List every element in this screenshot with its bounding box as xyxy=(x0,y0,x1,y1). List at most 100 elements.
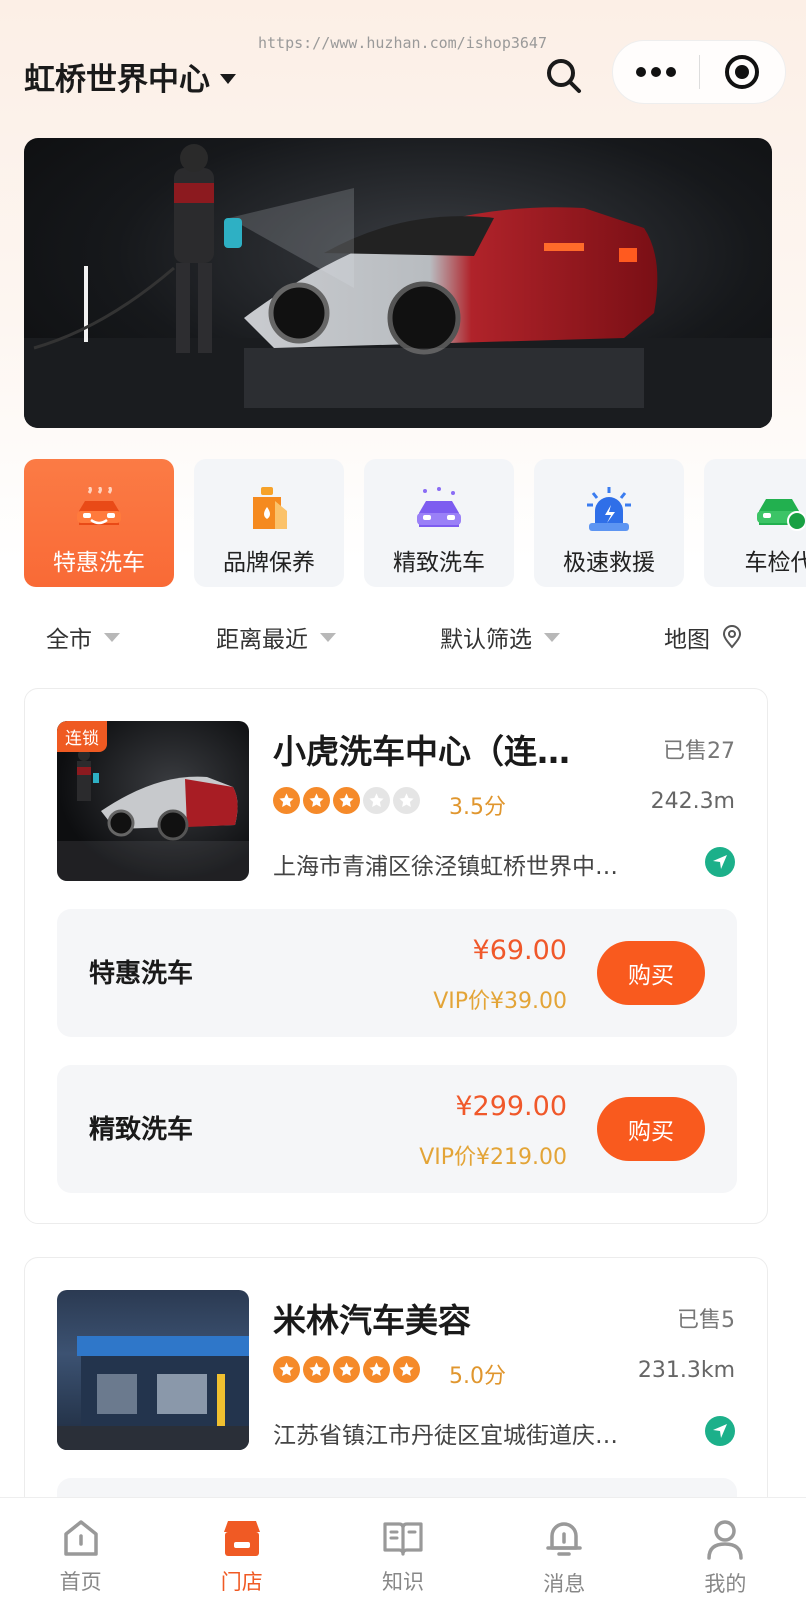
filter-bar: 全市 距离最近 默认筛选 地图 xyxy=(0,620,806,660)
rating-score: 5.0分 xyxy=(449,1364,506,1389)
siren-icon xyxy=(587,487,631,531)
storefront-photo-thumb xyxy=(57,1336,249,1450)
store-name: 小虎洗车中心（连… xyxy=(273,732,570,771)
service-item: 特惠洗车 ¥69.00 VIP价¥39.00 购买 xyxy=(57,909,737,1037)
service-item: 精致洗车 ¥299.00 VIP价¥219.00 购买 xyxy=(57,1065,737,1193)
tab-messages[interactable]: 消息 xyxy=(484,1498,645,1615)
filter-distance-label: 距离最近 xyxy=(216,627,308,653)
dropdown-arrow-icon xyxy=(104,632,120,642)
category-item[interactable]: 车检代 xyxy=(704,459,806,587)
sold-count: 已售5 xyxy=(677,1308,735,1333)
sold-count: 已售27 xyxy=(663,739,735,764)
location-label: 虹桥世界中心 xyxy=(24,62,210,98)
category-label: 特惠洗车 xyxy=(53,550,145,576)
store-address: 上海市青浦区徐泾镇虹桥世界中… xyxy=(273,854,618,880)
star-filled-icon xyxy=(303,1356,330,1383)
star-empty-icon xyxy=(363,787,390,814)
store-icon xyxy=(223,1521,260,1556)
star-filled-icon xyxy=(393,1356,420,1383)
star-empty-icon xyxy=(393,787,420,814)
chain-badge: 连锁 xyxy=(57,721,107,752)
navigation-arrow-icon xyxy=(713,1424,727,1438)
rating-score: 3.5分 xyxy=(449,795,506,820)
location-selector[interactable]: 虹桥世界中心 xyxy=(24,54,236,99)
store-thumbnail xyxy=(57,1290,249,1450)
category-label: 精致洗车 xyxy=(393,550,485,576)
service-price: ¥299.00 xyxy=(455,1091,567,1122)
more-button[interactable] xyxy=(613,41,699,103)
banner-carousel[interactable] xyxy=(24,138,772,428)
service-vip-price: VIP价¥219.00 xyxy=(419,1145,567,1170)
filter-map[interactable]: 地图 xyxy=(664,620,742,654)
tab-profile[interactable]: 我的 xyxy=(645,1498,806,1615)
caret-down-icon xyxy=(220,73,236,84)
category-item[interactable]: 精致洗车 xyxy=(364,459,514,587)
rating-stars xyxy=(273,787,420,814)
bottom-tab-bar: 首页 门店 知识 消息 我的 xyxy=(0,1497,806,1615)
oil-can-icon xyxy=(253,487,287,529)
tab-label: 我的 xyxy=(704,1572,747,1596)
service-vip-price: VIP价¥39.00 xyxy=(433,989,567,1014)
close-miniprogram-button[interactable] xyxy=(700,41,786,103)
category-item[interactable]: 特惠洗车 xyxy=(24,459,174,587)
store-address: 江苏省镇江市丹徒区宜城街道庆… xyxy=(273,1423,618,1449)
user-icon xyxy=(707,1520,744,1560)
star-filled-icon xyxy=(273,787,300,814)
star-filled-icon xyxy=(363,1356,390,1383)
target-circle-icon xyxy=(725,55,760,89)
bell-icon xyxy=(546,1522,582,1556)
category-item[interactable]: 品牌保养 xyxy=(194,459,344,587)
tab-store[interactable]: 门店 xyxy=(161,1498,322,1615)
star-filled-icon xyxy=(303,787,330,814)
filter-distance[interactable]: 距离最近 xyxy=(216,620,336,654)
category-label: 极速救援 xyxy=(563,550,655,576)
store-thumbnail: 连锁 xyxy=(57,721,249,881)
distance: 242.3m xyxy=(650,789,735,814)
car-wash-photo xyxy=(24,144,772,428)
filter-city[interactable]: 全市 xyxy=(46,620,120,654)
tab-home[interactable]: 首页 xyxy=(0,1498,161,1615)
book-icon xyxy=(383,1522,423,1556)
navigate-button[interactable] xyxy=(705,847,735,877)
buy-button[interactable]: 购买 xyxy=(597,941,705,1005)
search-icon xyxy=(547,59,581,93)
category-item[interactable]: 极速救援 xyxy=(534,459,684,587)
home-icon xyxy=(63,1520,98,1556)
service-name: 精致洗车 xyxy=(89,1115,194,1145)
category-label: 车检代 xyxy=(744,550,806,576)
service-price: ¥69.00 xyxy=(472,935,567,966)
filter-city-label: 全市 xyxy=(46,627,92,653)
category-label: 品牌保养 xyxy=(223,550,315,576)
tab-label: 消息 xyxy=(543,1572,586,1596)
dropdown-arrow-icon xyxy=(320,632,336,642)
car-wash-icon xyxy=(77,487,121,525)
search-button[interactable] xyxy=(540,52,588,100)
distance: 231.3km xyxy=(637,1358,735,1383)
miniprogram-capsule xyxy=(612,40,786,104)
navigation-arrow-icon xyxy=(713,855,727,869)
tab-knowledge[interactable]: 知识 xyxy=(322,1498,483,1615)
navigate-button[interactable] xyxy=(705,1416,735,1446)
sparkle-car-icon xyxy=(417,487,461,527)
star-filled-icon xyxy=(333,787,360,814)
category-scroller: 特惠洗车 品牌保养 精致洗车 极速救援 车检代 xyxy=(24,459,806,587)
rating-stars xyxy=(273,1356,420,1383)
buy-button[interactable]: 购买 xyxy=(597,1097,705,1161)
inspection-car-icon xyxy=(757,499,805,531)
tab-label: 门店 xyxy=(220,1570,263,1594)
star-filled-icon xyxy=(333,1356,360,1383)
filter-sort[interactable]: 默认筛选 xyxy=(440,620,560,654)
filter-map-label: 地图 xyxy=(664,627,710,653)
store-card[interactable]: 连锁 小虎洗车中心（连… 已售27 3.5分 242.3m 上海市青浦区徐泾镇虹… xyxy=(24,688,768,1224)
more-dots-icon xyxy=(635,67,676,77)
star-filled-icon xyxy=(273,1356,300,1383)
tab-label: 知识 xyxy=(382,1570,424,1594)
watermark-text: https://www.huzhan.com/ishop3647 xyxy=(258,34,547,52)
location-pin-icon xyxy=(722,625,742,649)
store-name: 米林汽车美容 xyxy=(273,1301,471,1340)
service-name: 特惠洗车 xyxy=(89,959,194,989)
header: 虹桥世界中心 xyxy=(24,40,786,122)
filter-sort-label: 默认筛选 xyxy=(440,627,532,653)
dropdown-arrow-icon xyxy=(544,632,560,642)
tab-label: 首页 xyxy=(59,1570,102,1594)
